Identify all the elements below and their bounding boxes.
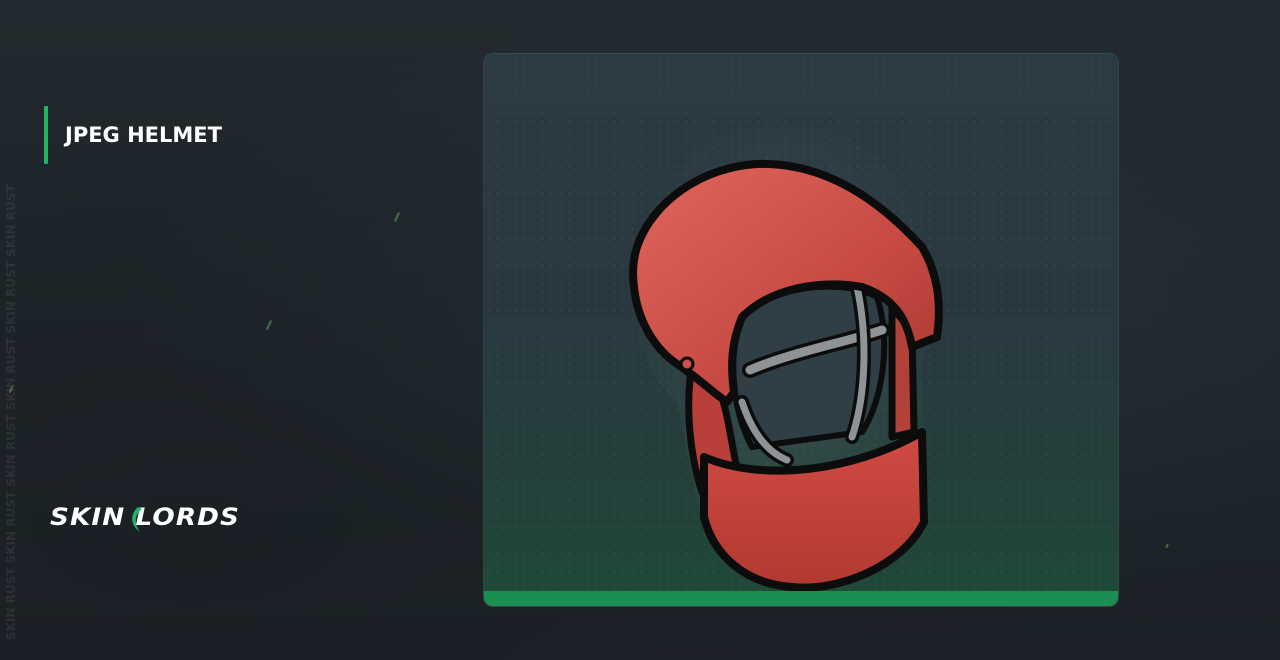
card-rarity-bar [484, 591, 1118, 606]
background-speck [1165, 543, 1169, 549]
skinlords-logo: SKIN LORDS [50, 498, 250, 538]
jpeg-helmet-image [628, 126, 943, 592]
title-accent-bar [44, 106, 48, 164]
background-speck [393, 212, 401, 222]
side-watermark: SKIN RUST SKIN RUST SKIN RUST SKIN RUST … [0, 0, 22, 660]
item-title: JPEG HELMET [65, 123, 222, 147]
item-title-block: JPEG HELMET [44, 106, 222, 164]
logo-text: SKIN LORDS [50, 503, 240, 531]
background-speck [265, 320, 273, 330]
product-banner: SKIN RUST SKIN RUST SKIN RUST SKIN RUST … [0, 0, 1280, 660]
item-preview-card [483, 53, 1119, 607]
side-watermark-text: SKIN RUST SKIN RUST SKIN RUST SKIN RUST … [4, 184, 18, 640]
